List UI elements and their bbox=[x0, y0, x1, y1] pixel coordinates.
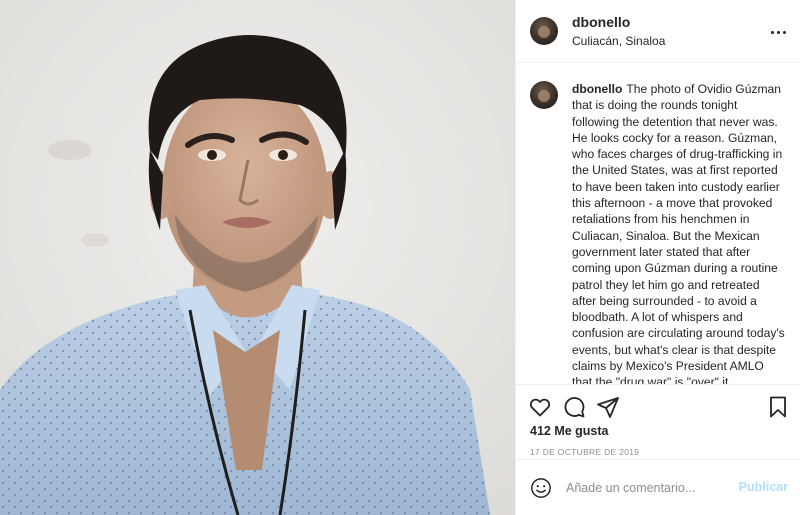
comment-input[interactable] bbox=[566, 480, 726, 495]
emoji-icon[interactable] bbox=[530, 477, 552, 499]
post-info-panel: dbonello Culiacán, Sinaloa dbonello The p… bbox=[515, 0, 800, 515]
publish-button[interactable]: Publicar bbox=[739, 480, 788, 494]
instagram-post: dbonello Culiacán, Sinaloa dbonello The p… bbox=[0, 0, 800, 515]
bookmark-icon[interactable] bbox=[766, 395, 790, 419]
caption-username-link[interactable]: dbonello bbox=[572, 82, 622, 96]
share-icon[interactable] bbox=[596, 395, 620, 419]
location-link[interactable]: Culiacán, Sinaloa bbox=[572, 33, 665, 49]
username-link[interactable]: dbonello bbox=[572, 14, 665, 31]
heart-icon[interactable] bbox=[528, 395, 552, 419]
caption-avatar[interactable] bbox=[530, 81, 558, 109]
post-date[interactable]: 17 DE OCTUBRE DE 2019 bbox=[516, 447, 800, 457]
caption-text: The photo of Ovidio Gúzman that is doing… bbox=[572, 82, 785, 385]
comment-bar: Publicar bbox=[516, 459, 800, 515]
caption-area[interactable]: dbonello The photo of Ovidio Gúzman that … bbox=[516, 63, 800, 385]
post-photo[interactable] bbox=[0, 0, 515, 515]
header-text: dbonello Culiacán, Sinaloa bbox=[572, 14, 665, 49]
comment-icon[interactable] bbox=[562, 395, 586, 419]
avatar[interactable] bbox=[530, 17, 558, 45]
post-header: dbonello Culiacán, Sinaloa bbox=[516, 0, 800, 63]
caption: dbonello The photo of Ovidio Gúzman that … bbox=[572, 81, 786, 384]
more-options-icon[interactable] bbox=[768, 22, 788, 42]
portrait-illustration bbox=[0, 0, 515, 515]
action-bar bbox=[516, 385, 800, 429]
